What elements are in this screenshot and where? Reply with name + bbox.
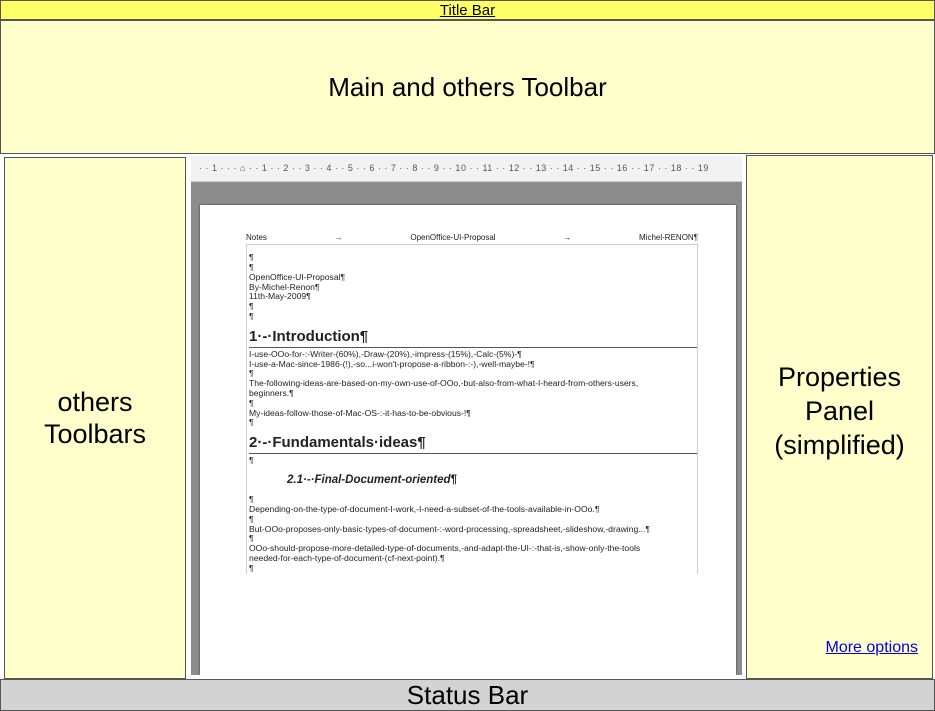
section1-line: The-following-ideas-are-based-on-my-own-… xyxy=(249,378,639,389)
header-arrow-2: → xyxy=(563,233,572,242)
properties-panel-line1: Properties xyxy=(777,362,902,392)
page-body[interactable]: ¶ ¶ OpenOffice-UI-Proposal¶ By-Michel-Renon… xyxy=(246,245,698,574)
header-center: OpenOffice-UI-Proposal xyxy=(410,233,496,242)
section2-block: ¶ xyxy=(249,455,697,466)
heading-final-document: 2.1·-·Final-Document-oriented¶ xyxy=(287,474,457,487)
horizontal-ruler[interactable]: · · 1 · · · ⌂ · · 1 · · 2 · · 3 · · 4 · … xyxy=(191,156,742,182)
section1-line: My-ideas-follow-those-of-Mac-OS-:-it-has… xyxy=(249,407,471,418)
page-header: Notes → OpenOffice-UI-Proposal → Michel-… xyxy=(246,233,698,246)
section2-line: ¶ xyxy=(249,455,254,466)
header-arrow-1: → xyxy=(334,233,343,242)
title-bar: Title Bar xyxy=(0,0,935,20)
properties-panel-label: Properties Panel (simplified) xyxy=(747,361,932,462)
section1-line: ¶ xyxy=(249,417,254,428)
header-left: Notes xyxy=(246,233,267,242)
left-toolbars-panel: others Toolbars xyxy=(4,157,186,679)
properties-panel-line2: Panel xyxy=(804,395,875,426)
status-bar-label: Status Bar xyxy=(406,679,529,710)
section1-line: I-use-a-Mac-since-1986-(!),-so...i-won't… xyxy=(249,358,535,369)
section3-line: needed-for-each-type-of-document-(cf-nex… xyxy=(249,552,445,563)
left-toolbars-label-line2: Toolbars xyxy=(43,419,147,449)
main-toolbar-label: Main and others Toolbar xyxy=(328,71,607,102)
heading-introduction: 1·-·Introduction¶ xyxy=(249,328,697,348)
intro-line: ¶ xyxy=(249,301,254,312)
header-right: Michel-RENON¶ xyxy=(639,233,698,242)
properties-panel: Properties Panel (simplified) More optio… xyxy=(746,155,933,679)
section3-line: But-OOo-proposes-only-basic-types-of-doc… xyxy=(249,523,651,534)
intro-line: By-Michel-Renon¶ xyxy=(249,281,320,292)
section1-line: beginners.¶ xyxy=(249,387,294,398)
intro-block: ¶ ¶ OpenOffice-UI-Proposal¶ By-Michel-Renon… xyxy=(249,252,697,322)
section3-line: Depending-on-the-type-of-document-I-work… xyxy=(249,503,600,514)
title-bar-label: Title Bar xyxy=(439,1,496,19)
intro-line: 11th-May-2009¶ xyxy=(249,291,311,302)
document-area[interactable]: · · 1 · · · ⌂ · · 1 · · 2 · · 3 · · 4 · … xyxy=(191,156,742,675)
section1-block: I-use-OOo-for-:-Writer-(60%),-Draw-(20%)… xyxy=(249,349,697,428)
left-toolbars-label-line1: others xyxy=(57,386,133,417)
intro-line: ¶ xyxy=(249,252,254,263)
status-bar: Status Bar xyxy=(0,679,935,711)
intro-line: ¶ xyxy=(249,310,254,321)
heading-fundamentals: 2·-·Fundamentals·ideas¶ xyxy=(249,434,697,455)
section3-line: ¶ xyxy=(249,562,254,573)
section3-block: ¶ Depending-on-the-type-of-document-I-wor… xyxy=(249,494,697,573)
more-options-link[interactable]: More options xyxy=(826,638,919,658)
main-toolbar: Main and others Toolbar xyxy=(0,20,935,154)
properties-panel-line3: (simplified) xyxy=(774,429,905,460)
document-page[interactable]: Notes → OpenOffice-UI-Proposal → Michel-… xyxy=(200,205,736,675)
ruler-ticks: · · 1 · · · ⌂ · · 1 · · 2 · · 3 · · 4 · … xyxy=(199,163,709,173)
